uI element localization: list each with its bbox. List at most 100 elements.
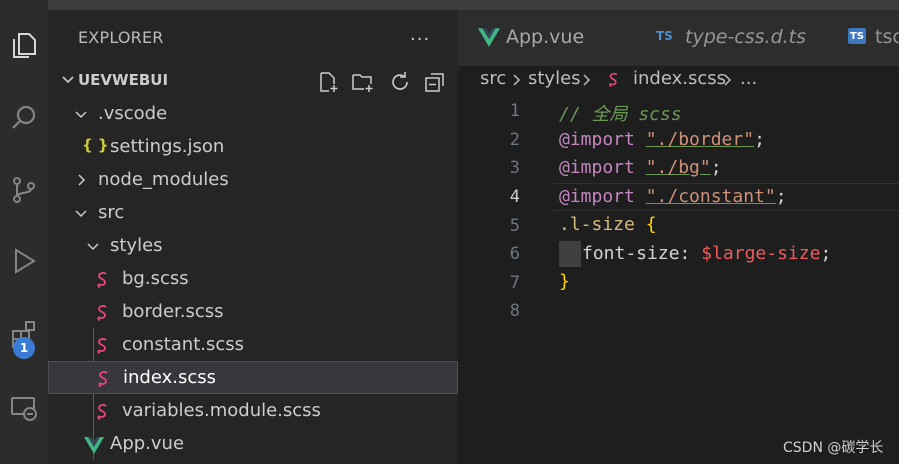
- code-line-6: font-size: $large-size;: [582, 243, 831, 264]
- line-number: 7: [509, 273, 520, 293]
- code-line-3: @import "./bg";: [559, 157, 722, 178]
- chevron-down-icon: [62, 76, 74, 84]
- tree-item-node-modules[interactable]: node_modules: [48, 164, 458, 197]
- line-number: 3: [509, 158, 520, 178]
- line-number: 6: [509, 244, 520, 264]
- chevron-down-icon: [87, 243, 99, 251]
- scss-file-icon: [98, 371, 108, 387]
- code-punct: ;: [710, 157, 722, 178]
- tree-item-label: constant.scss: [122, 334, 245, 355]
- code-string: "./border": [645, 129, 755, 150]
- code-variable: $large-size: [701, 243, 821, 264]
- more-actions-icon[interactable]: ...: [410, 24, 430, 45]
- tree-item-src[interactable]: src: [48, 197, 458, 230]
- new-folder-icon[interactable]: [351, 70, 375, 94]
- scss-file-icon: [97, 305, 107, 321]
- vue-icon: [478, 28, 500, 47]
- tree-item-border-scss[interactable]: border.scss: [48, 296, 458, 329]
- breadcrumb-index-scss[interactable]: index.scss: [633, 68, 726, 89]
- breadcrumb-styles[interactable]: styles: [528, 68, 581, 89]
- chevron-right-icon: [78, 174, 86, 186]
- scss-file-icon: [609, 72, 618, 88]
- code-keyword: @import: [559, 186, 635, 207]
- code-brace: {: [645, 214, 657, 235]
- tree-item-index-scss[interactable]: index.scss: [48, 361, 458, 394]
- code-line-2: @import "./border";: [559, 129, 765, 150]
- tree-item-label: index.scss: [123, 367, 216, 388]
- project-header[interactable]: UEVWEBUI: [48, 65, 458, 97]
- breadcrumb-more[interactable]: ...: [740, 68, 757, 89]
- tab-type-css-d-ts[interactable]: TS type-css.d.ts: [636, 10, 828, 66]
- run-debug-icon[interactable]: [0, 236, 48, 286]
- scss-file-icon: [97, 272, 107, 288]
- code-keyword: @import: [559, 129, 635, 150]
- extensions-badge: 1: [13, 337, 35, 359]
- tree-item-variables-module-scss[interactable]: variables.module.scss: [48, 395, 458, 428]
- tree-item-label: App.vue: [110, 433, 185, 454]
- tree-item-label: settings.json: [110, 136, 225, 157]
- chevron-right-icon: [513, 74, 521, 86]
- explorer-icon[interactable]: [0, 20, 48, 70]
- line-number: 5: [509, 216, 520, 236]
- typescript-icon: TS: [656, 29, 673, 43]
- editor-tabs: App.vue TS type-css.d.ts TS tsc: [458, 10, 899, 66]
- indent-marker: [559, 241, 581, 267]
- code-editor[interactable]: 1 2 3 4 5 6 7 8 // 全局 scss @import "./bo…: [458, 96, 899, 464]
- json-file-icon: { }: [82, 136, 109, 154]
- explorer-title: EXPLORER: [78, 28, 164, 47]
- scss-file-icon: [97, 338, 107, 354]
- tree-item-label: border.scss: [122, 301, 224, 322]
- code-string: "./bg": [645, 157, 711, 178]
- remote-explorer-icon[interactable]: [0, 383, 48, 433]
- tree-item-label: src: [98, 202, 125, 223]
- code-property: font-size:: [582, 243, 702, 264]
- chevron-down-icon: [75, 111, 87, 119]
- line-number: 1: [509, 101, 520, 121]
- tree-item-settings-json[interactable]: { } settings.json: [48, 131, 458, 164]
- tree-item-label: variables.module.scss: [122, 400, 321, 421]
- tree-item-styles[interactable]: styles: [48, 230, 458, 263]
- tree-item-bg-scss[interactable]: bg.scss: [48, 263, 458, 296]
- line-number: 2: [509, 130, 520, 150]
- source-control-icon[interactable]: [0, 165, 48, 215]
- tree-item-app-vue[interactable]: App.vue: [48, 428, 458, 461]
- typescript-icon: TS: [848, 28, 866, 44]
- code-punct: ;: [754, 129, 765, 150]
- breadcrumb-src[interactable]: src: [480, 68, 506, 89]
- project-name: UEVWEBUI: [78, 71, 169, 89]
- activity-bar: 1: [0, 0, 48, 464]
- code-punct: ;: [775, 186, 787, 207]
- scss-file-icon: [97, 404, 107, 420]
- search-icon[interactable]: [0, 93, 48, 143]
- new-file-icon[interactable]: [316, 70, 340, 94]
- collapse-all-icon[interactable]: [423, 70, 447, 94]
- chevron-right-icon: [724, 74, 732, 86]
- line-number: 4: [509, 187, 520, 207]
- code-line-5: .l-size {: [559, 214, 657, 235]
- watermark: CSDN @碳学长: [783, 440, 884, 456]
- tab-label: tsc: [875, 26, 899, 48]
- tab-tsc[interactable]: TS tsc: [828, 10, 899, 66]
- title-bar-strip: [0, 0, 899, 10]
- code-selector: .l-size: [559, 214, 635, 235]
- chevron-down-icon: [75, 210, 87, 218]
- vue-icon: [84, 437, 104, 454]
- code-line-1: // 全局 scss: [559, 104, 682, 125]
- tree-item-label: bg.scss: [122, 268, 189, 289]
- tree-item-vscode[interactable]: .vscode: [48, 98, 458, 131]
- tab-label: type-css.d.ts: [685, 26, 807, 48]
- tree-item-label: node_modules: [98, 169, 229, 190]
- chevron-right-icon: [583, 74, 591, 86]
- tree-item-label: .vscode: [98, 103, 168, 124]
- tree-item-constant-scss[interactable]: constant.scss: [48, 329, 458, 362]
- code-punct: ;: [820, 243, 832, 264]
- code-keyword: @import: [559, 157, 635, 178]
- line-number: 8: [509, 301, 520, 321]
- refresh-icon[interactable]: [388, 70, 412, 94]
- tab-app-vue[interactable]: App.vue: [458, 10, 636, 66]
- explorer-sidebar: EXPLORER ... UEVWEBUI .vscode { } settin…: [48, 10, 458, 464]
- tab-label: App.vue: [506, 26, 585, 48]
- tree-item-label: styles: [110, 235, 163, 256]
- code-string: "./constant": [645, 186, 776, 207]
- code-line-4: @import "./constant";: [559, 186, 787, 207]
